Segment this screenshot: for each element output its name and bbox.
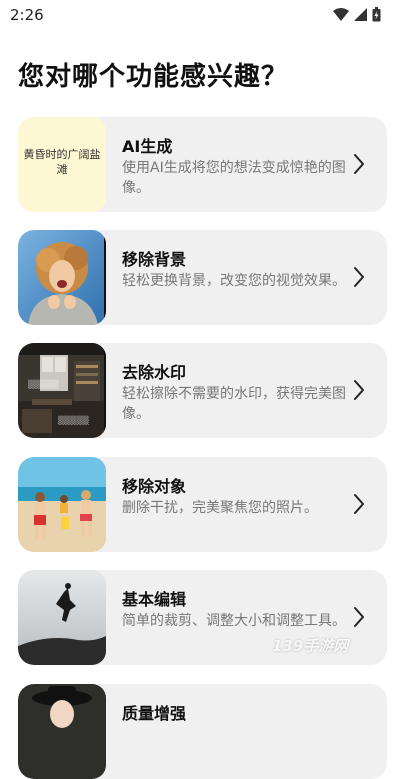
remove-object-thumbnail [18, 457, 106, 552]
card-title: 移除对象 [122, 477, 187, 496]
basic-editing-thumbnail [18, 570, 106, 665]
card-title: 基本编辑 [122, 590, 187, 609]
page-title: 您对哪个功能感兴趣？ [18, 62, 289, 92]
card-title: 去除水印 [122, 363, 187, 382]
wifi-icon [333, 8, 349, 21]
feature-card-remove-watermark[interactable]: ▒▒▒▒▒ ▒▒▒▒▒ 去除水印 轻松擦除不需要的水印，获得完美图像。 [18, 343, 387, 438]
card-title: 质量增强 [122, 704, 187, 723]
card-description: 使用AI生成将您的想法变成惊艳的图像。 [122, 160, 346, 196]
feature-card-remove-background[interactable]: 移除背景 轻松更换背景，改变您的视觉效果。 [18, 230, 387, 325]
card-description: 轻松擦除不需要的水印，获得完美图像。 [122, 386, 346, 422]
chevron-right-icon [354, 154, 364, 174]
card-title: AI生成 [122, 137, 173, 156]
thumbnail-divider [104, 343, 106, 438]
svg-text:▒▒▒▒▒: ▒▒▒▒▒ [28, 379, 60, 389]
remove-watermark-thumbnail: ▒▒▒▒▒ ▒▒▒▒▒ [18, 343, 106, 438]
remove-background-thumbnail [18, 230, 106, 325]
ai-generate-thumbnail: 黄昏时的广阔盐滩 [18, 117, 106, 212]
status-time: 2:26 [10, 6, 44, 24]
chevron-right-icon [354, 267, 364, 287]
card-description: 删除干扰，完美聚焦您的照片。 [122, 500, 318, 516]
ai-thumb-prompt-text: 黄昏时的广阔盐滩 [23, 148, 101, 176]
chevron-right-icon [354, 607, 364, 627]
feature-card-remove-object[interactable]: 移除对象 删除干扰，完美聚焦您的照片。 [18, 457, 387, 552]
card-description: 轻松更换背景，改变您的视觉效果。 [122, 273, 346, 289]
signal-icon [354, 8, 367, 21]
feature-card-quality-enhance[interactable]: 质量增强 [18, 684, 387, 779]
feature-card-ai-generate[interactable]: 黄昏时的广阔盐滩 AI生成 使用AI生成将您的想法变成惊艳的图像。 [18, 117, 387, 212]
quality-enhance-thumbnail [18, 684, 106, 779]
battery-icon [372, 7, 381, 22]
chevron-right-icon [354, 380, 364, 400]
status-bar: 2:26 [0, 0, 405, 30]
chevron-right-icon [354, 494, 364, 514]
status-icons [333, 7, 381, 22]
card-title: 移除背景 [122, 250, 187, 269]
svg-text:▒▒▒▒▒: ▒▒▒▒▒ [58, 415, 90, 425]
site-watermark: 139手游网 [272, 637, 349, 655]
card-description: 简单的裁剪、调整大小和调整工具。 [122, 613, 346, 629]
thumbnail-divider [104, 230, 106, 325]
